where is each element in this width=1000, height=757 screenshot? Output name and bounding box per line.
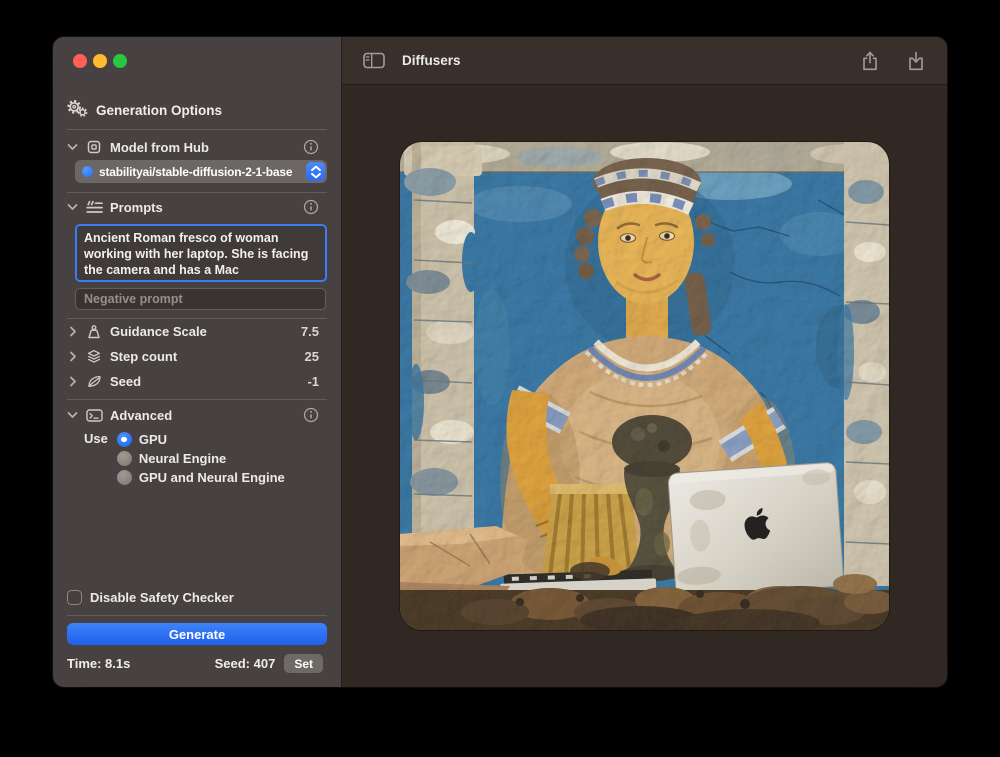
chevron-down-icon [67,142,78,152]
download-icon[interactable] [906,50,926,72]
advanced-section-label: Advanced [110,408,172,423]
radio-gpu-label: GPU [139,432,167,447]
step-count-row[interactable]: Step count 25 [67,344,327,369]
seed-status: Seed: 407 [215,656,276,671]
divider [67,129,327,130]
cpu-icon [85,139,103,155]
window-title: Diffusers [402,53,461,68]
advanced-section-row[interactable]: Advanced [67,404,327,426]
radio-option-gpu[interactable]: GPU [117,430,285,449]
model-status-dot [82,166,93,177]
prompts-section-label: Prompts [110,200,163,215]
window-controls [73,54,127,68]
fresco-illustration [400,142,889,630]
info-icon[interactable] [303,139,319,155]
radio-gpu-ne-label: GPU and Neural Engine [139,470,285,485]
guidance-scale-value: 7.5 [301,324,319,339]
dropdown-stepper-icon[interactable] [306,162,325,181]
generated-image[interactable] [400,142,889,630]
chevron-right-icon [67,376,78,387]
prompt-input[interactable]: Ancient Roman fresco of woman working wi… [75,224,327,282]
radio-unselected-icon[interactable] [117,451,132,466]
radio-unselected-icon[interactable] [117,470,132,485]
guidance-scale-row[interactable]: Guidance Scale 7.5 [67,319,327,344]
model-select-value: stabilityai/stable-diffusion-2-1-base [99,165,300,179]
disable-safety-checker-label: Disable Safety Checker [90,590,234,605]
chevron-down-icon [67,410,78,420]
info-icon[interactable] [303,407,319,423]
titlebar: Diffusers [342,37,947,85]
radio-neural-engine-label: Neural Engine [139,451,226,466]
model-select[interactable]: stabilityai/stable-diffusion-2-1-base [75,160,327,183]
scale-weight-icon [85,324,103,340]
divider [67,192,327,193]
canvas-area [342,85,947,687]
seed-label: Seed [110,374,141,389]
app-window: Generation Options Model from Hub [53,37,947,687]
seed-value: -1 [307,374,319,389]
chevron-right-icon [67,326,78,337]
use-label: Use [84,431,108,446]
close-button[interactable] [73,54,87,68]
guidance-scale-label: Guidance Scale [110,324,207,339]
checkbox-icon[interactable] [67,590,82,605]
chevron-down-icon [67,202,78,212]
layers-cube-icon [85,349,103,365]
generate-button[interactable]: Generate [67,623,327,645]
divider [67,615,327,616]
negative-prompt-input[interactable] [75,288,326,310]
model-section-label: Model from Hub [110,140,209,155]
minimize-button[interactable] [93,54,107,68]
disable-safety-checker-row[interactable]: Disable Safety Checker [67,587,327,607]
main-panel: Diffusers [341,37,947,687]
set-seed-button[interactable]: Set [284,654,323,673]
radio-selected-icon[interactable] [117,432,132,447]
divider [67,399,327,400]
quote-list-icon [85,200,103,215]
info-icon[interactable] [303,199,319,215]
time-status: Time: 8.1s [67,656,130,671]
seed-row[interactable]: Seed -1 [67,369,327,394]
share-icon[interactable] [860,50,880,72]
gears-icon [67,100,88,120]
prompts-section-row[interactable]: Prompts [67,196,327,218]
terminal-icon [85,408,103,423]
model-section-row[interactable]: Model from Hub [67,136,327,158]
sidebar-title: Generation Options [96,103,222,118]
leaf-icon [85,374,103,389]
sidebar-toggle-icon[interactable] [363,52,385,69]
step-count-value: 25 [305,349,319,364]
radio-option-gpu-and-neural-engine[interactable]: GPU and Neural Engine [117,468,285,487]
generation-options-sidebar: Generation Options Model from Hub [53,37,341,687]
grain-overlay [400,142,889,630]
step-count-label: Step count [110,349,177,364]
zoom-button[interactable] [113,54,127,68]
radio-option-neural-engine[interactable]: Neural Engine [117,449,285,468]
chevron-right-icon [67,351,78,362]
